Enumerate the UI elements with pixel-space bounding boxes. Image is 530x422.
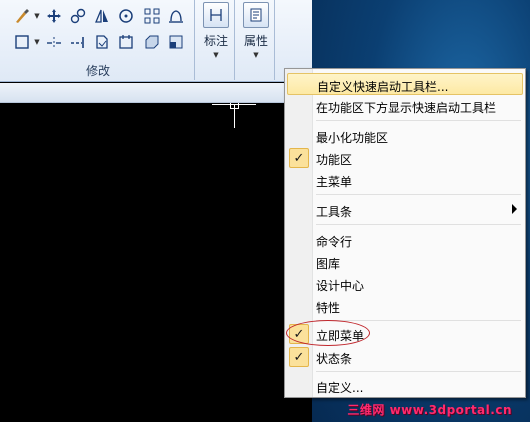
drawing-canvas[interactable] xyxy=(0,104,312,422)
watermark-text: 三维网 www.3dportal.cn xyxy=(347,403,512,417)
menu-item-label: 工具条 xyxy=(316,205,353,219)
menu-item-label: 图库 xyxy=(316,257,341,271)
ribbon-separator xyxy=(194,0,195,80)
annotate-label: 标注 xyxy=(203,34,228,48)
menu-item-customize[interactable]: 自定义... xyxy=(287,375,523,397)
ribbon-bottom-strip xyxy=(0,83,312,103)
menu-item-design-center[interactable]: 设计中心 xyxy=(287,273,523,295)
menu-item-label: 功能区 xyxy=(316,153,353,167)
menu-separator xyxy=(316,194,521,195)
menu-item-library[interactable]: 图库 xyxy=(287,251,523,273)
annotate-button[interactable]: 标注 ▼ xyxy=(198,0,234,60)
brush-icon[interactable] xyxy=(12,6,32,26)
mirror-icon[interactable] xyxy=(92,6,112,26)
submenu-arrow-icon xyxy=(512,204,517,214)
menu-item-label: 主菜单 xyxy=(316,175,353,189)
ribbon-panel: ▼ ▼ 修改 标注 ▼ 属性 ▼ xyxy=(0,0,312,82)
menu-item-status-bar[interactable]: ✓ 状态条 xyxy=(287,346,523,368)
menu-item-label: 最小化功能区 xyxy=(316,131,389,145)
menu-separator xyxy=(316,224,521,225)
checkmark-icon: ✓ xyxy=(289,347,309,367)
break-icon[interactable] xyxy=(116,32,136,52)
chevron-down-icon[interactable]: ▼ xyxy=(34,32,40,52)
annotation-ellipse xyxy=(286,320,370,346)
properties-label: 属性 xyxy=(243,34,268,48)
chamfer-icon[interactable] xyxy=(142,32,162,52)
menu-item-label: 自定义快速启动工具栏... xyxy=(317,80,449,94)
properties-icon xyxy=(243,2,269,28)
menu-item-label: 命令行 xyxy=(316,235,353,249)
menu-item-label: 状态条 xyxy=(316,352,353,366)
menu-item-label: 特性 xyxy=(316,301,341,315)
menu-item-properties[interactable]: 特性 xyxy=(287,295,523,317)
menu-separator xyxy=(316,371,521,372)
menu-item-command-line[interactable]: 命令行 xyxy=(287,229,523,251)
checkmark-icon: ✓ xyxy=(289,148,309,168)
menu-item-label: 设计中心 xyxy=(316,279,365,293)
group-label-modify: 修改 xyxy=(86,64,111,78)
dimension-icon xyxy=(203,2,229,28)
menu-item-minimize-ribbon[interactable]: 最小化功能区 xyxy=(287,125,523,147)
offset-icon[interactable] xyxy=(92,32,112,52)
move-icon[interactable] xyxy=(44,6,64,26)
context-menu: 自定义快速启动工具栏... 在功能区下方显示快速启动工具栏 最小化功能区 ✓ 功… xyxy=(284,68,526,398)
menu-separator xyxy=(316,120,521,121)
properties-button[interactable]: 属性 ▼ xyxy=(238,0,274,60)
menu-item-show-below-ribbon[interactable]: 在功能区下方显示快速启动工具栏 xyxy=(287,95,523,117)
pickbox-cursor xyxy=(230,103,239,109)
chevron-down-icon: ▼ xyxy=(253,51,259,59)
menu-item-label: 自定义... xyxy=(316,381,364,395)
array-icon[interactable] xyxy=(142,6,162,26)
ribbon-separator xyxy=(234,0,235,80)
chevron-down-icon: ▼ xyxy=(213,51,219,59)
trim-icon[interactable] xyxy=(44,32,64,52)
menu-item-label: 在功能区下方显示快速启动工具栏 xyxy=(316,101,497,115)
menu-item-ribbon[interactable]: ✓ 功能区 xyxy=(287,147,523,169)
rectangle-icon[interactable] xyxy=(12,32,32,52)
rotate-icon[interactable] xyxy=(116,6,136,26)
ribbon-separator xyxy=(274,0,275,80)
menu-item-customize-quick-access[interactable]: 自定义快速启动工具栏... xyxy=(287,73,523,95)
stretch-icon[interactable] xyxy=(166,6,186,26)
copy-icon[interactable] xyxy=(68,6,88,26)
fillet-icon[interactable] xyxy=(166,32,186,52)
menu-item-toolbars[interactable]: 工具条 xyxy=(287,199,523,221)
chevron-down-icon[interactable]: ▼ xyxy=(34,6,40,26)
menu-item-main-menu[interactable]: 主菜单 xyxy=(287,169,523,191)
extend-icon[interactable] xyxy=(68,32,88,52)
